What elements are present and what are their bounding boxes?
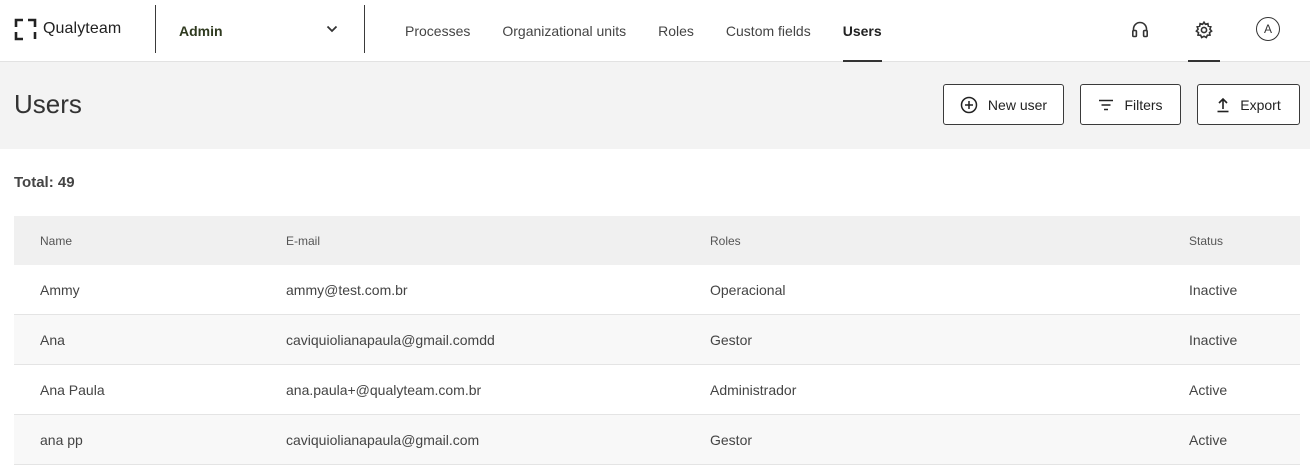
nav-item-organizational-units[interactable]: Organizational units: [486, 0, 642, 62]
users-table: Name E-mail Roles Status Ammy ammy@test.…: [14, 216, 1300, 465]
page-header: Users New user Filters Export: [0, 62, 1310, 149]
column-header-name[interactable]: Name: [40, 234, 72, 248]
chevron-down-icon: [326, 25, 338, 33]
cell-roles: Gestor: [710, 431, 753, 448]
table-header: Name E-mail Roles Status: [14, 216, 1300, 265]
column-header-roles[interactable]: Roles: [710, 234, 741, 248]
total-count: Total: 49: [14, 174, 75, 191]
cell-status: Active: [1189, 381, 1228, 398]
cell-status: Active: [1189, 431, 1228, 448]
table-body: Ammy ammy@test.com.br Operacional Inacti…: [14, 265, 1300, 465]
headset-icon: [1131, 21, 1149, 38]
nav-item-users[interactable]: Users: [827, 0, 898, 62]
nav-item-roles[interactable]: Roles: [642, 0, 710, 62]
table-row[interactable]: Ana caviquiolianapaula@gmail.comdd Gesto…: [14, 315, 1300, 365]
column-header-status[interactable]: Status: [1189, 234, 1223, 248]
export-button-label: Export: [1240, 96, 1281, 113]
cell-name: Ana Paula: [40, 381, 105, 398]
cell-name: Ana: [40, 331, 65, 348]
cell-name: ana pp: [40, 431, 83, 448]
logo-icon: [14, 18, 37, 40]
table-row[interactable]: Ammy ammy@test.com.br Operacional Inacti…: [14, 265, 1300, 315]
new-user-button-label: New user: [987, 96, 1048, 113]
plus-circle-icon: [960, 96, 978, 113]
column-header-email[interactable]: E-mail: [286, 234, 320, 248]
cell-name: Ammy: [40, 281, 80, 298]
settings-button[interactable]: [1188, 14, 1220, 46]
nav-item-custom-fields[interactable]: Custom fields: [710, 0, 827, 62]
filter-icon: [1099, 99, 1114, 110]
cell-status: Inactive: [1189, 281, 1238, 298]
filters-button-label: Filters: [1124, 96, 1163, 113]
module-selector-label: Admin: [179, 23, 223, 39]
filters-button[interactable]: Filters: [1080, 84, 1181, 125]
user-avatar[interactable]: A: [1256, 17, 1280, 41]
cell-email: caviquiolianapaula@gmail.comdd: [286, 331, 495, 348]
cell-email: ana.paula+@qualyteam.com.br: [286, 381, 482, 398]
nav-item-processes[interactable]: Processes: [389, 0, 486, 62]
cell-status: Inactive: [1189, 331, 1238, 348]
export-button[interactable]: Export: [1197, 84, 1300, 125]
cell-roles: Gestor: [710, 331, 753, 348]
page-title: Users: [14, 89, 82, 119]
brand-name: Qualyteam: [43, 20, 122, 37]
upload-icon: [1217, 97, 1229, 112]
top-navigation-bar: Qualyteam Admin Processes Organizational…: [0, 0, 1310, 62]
brand-logo[interactable]: Qualyteam: [14, 17, 121, 41]
gear-icon: [1195, 20, 1213, 39]
main-nav: Processes Organizational units Roles Cus…: [389, 0, 898, 62]
table-row[interactable]: ana pp caviquiolianapaula@gmail.com Gest…: [14, 415, 1300, 465]
cell-email: ammy@test.com.br: [286, 281, 408, 298]
new-user-button[interactable]: New user: [943, 84, 1064, 125]
cell-email: caviquiolianapaula@gmail.com: [286, 431, 480, 448]
cell-roles: Administrador: [710, 381, 797, 398]
table-row[interactable]: Ana Paula ana.paula+@qualyteam.com.br Ad…: [14, 365, 1300, 415]
nav-divider: [364, 5, 365, 53]
support-button[interactable]: [1124, 14, 1156, 46]
cell-roles: Operacional: [710, 281, 786, 298]
module-selector[interactable]: Admin: [156, 0, 364, 62]
